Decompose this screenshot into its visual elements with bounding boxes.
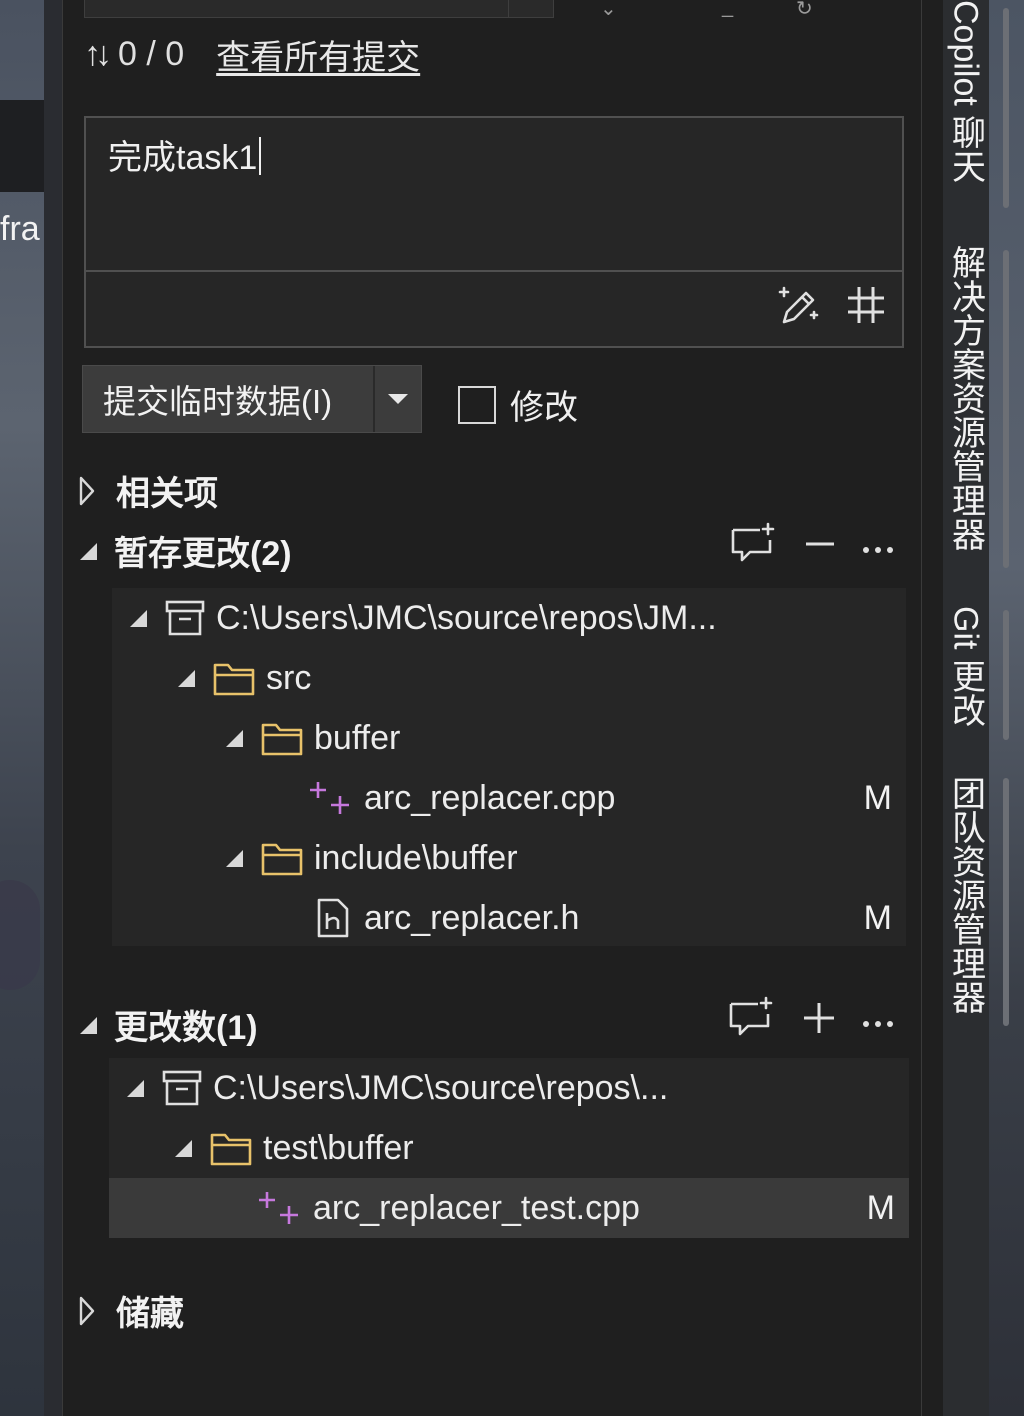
header-file-icon xyxy=(312,897,354,939)
refresh-icon[interactable]: ↻ xyxy=(796,0,813,21)
background-text-fragment: fra xyxy=(0,210,40,248)
push-icon[interactable]: _ xyxy=(722,0,733,19)
collapse-down-icon xyxy=(80,542,97,560)
expand-right-icon xyxy=(79,476,95,505)
amend-checkbox[interactable] xyxy=(458,385,496,424)
folder-icon xyxy=(212,659,256,697)
fetch-icon[interactable]: ⌄ xyxy=(600,0,617,21)
desktop-background-left: fra xyxy=(0,0,44,1416)
tab-indicator xyxy=(1003,8,1009,208)
changes-toolbar xyxy=(728,996,894,1045)
folder-name: include\buffer xyxy=(314,838,518,877)
commit-message-input[interactable]: 完成task1 xyxy=(108,130,262,179)
commit-staged-button[interactable]: 提交临时数据(I) xyxy=(83,366,373,432)
section-staged-header[interactable]: 暂存更改(2) xyxy=(78,526,292,575)
sync-status-row: ↑↓ 0 / 0 查看所有提交 xyxy=(84,30,420,79)
folder-name: test\buffer xyxy=(263,1128,414,1167)
staged-tree: C:\Users\JMC\source\repos\JM... src buff… xyxy=(112,588,906,946)
tab-indicator xyxy=(1003,610,1009,740)
file-status-modified: M xyxy=(866,1188,895,1227)
tree-row-repo[interactable]: C:\Users\JMC\source\repos\... xyxy=(109,1058,909,1118)
copilot-generate-message-icon[interactable] xyxy=(776,282,822,333)
tab-indicator xyxy=(1003,778,1009,1026)
file-status-modified: M xyxy=(863,898,892,937)
tree-row-folder-buffer[interactable]: buffer xyxy=(112,708,906,768)
branch-selector-partial[interactable] xyxy=(84,0,554,18)
copilot-review-icon[interactable] xyxy=(730,522,778,571)
view-all-commits-link[interactable]: 查看所有提交 xyxy=(216,30,420,79)
stage-all-icon[interactable] xyxy=(802,1001,836,1040)
tab-team-explorer[interactable]: 团队资源管理器 xyxy=(943,776,989,1014)
staged-toolbar xyxy=(730,522,894,571)
collapse-down-icon xyxy=(226,850,243,867)
section-changes-title: 更改数(1) xyxy=(114,1009,258,1047)
tab-solution-explorer[interactable]: 解决方案资源管理器 xyxy=(943,245,989,551)
copilot-review-icon[interactable] xyxy=(728,996,776,1045)
tree-row-file-cpp[interactable]: arc_replacer.cpp M xyxy=(112,768,906,828)
collapse-down-icon xyxy=(175,1140,192,1157)
text-caret xyxy=(259,137,262,175)
file-name: arc_replacer.cpp xyxy=(364,778,616,817)
added-file-icon xyxy=(257,1188,303,1228)
changes-tree: C:\Users\JMC\source\repos\... test\buffe… xyxy=(109,1058,909,1238)
repository-icon xyxy=(161,1068,203,1108)
section-staged-title: 暂存更改(2) xyxy=(114,535,292,573)
commit-message-box[interactable]: 完成task1 xyxy=(84,116,904,348)
file-name: arc_replacer_test.cpp xyxy=(313,1188,640,1227)
folder-icon xyxy=(260,719,304,757)
collapse-down-icon xyxy=(80,1016,97,1034)
folder-icon xyxy=(260,839,304,877)
amend-checkbox-row[interactable]: 修改 xyxy=(458,380,578,429)
added-file-icon xyxy=(308,778,354,818)
file-name: arc_replacer.h xyxy=(364,898,580,937)
tree-row-folder-src[interactable]: src xyxy=(112,648,906,708)
repository-icon xyxy=(164,598,206,638)
collapse-down-icon xyxy=(226,730,243,747)
amend-label: 修改 xyxy=(510,389,578,427)
repo-path: C:\Users\JMC\source\repos\... xyxy=(213,1068,669,1107)
folder-icon xyxy=(209,1129,253,1167)
more-options-icon[interactable] xyxy=(862,1002,894,1039)
tab-copilot-chat[interactable]: Copilot 聊天 xyxy=(943,0,989,183)
commit-message-tools xyxy=(776,282,888,333)
section-related-title: 相关项 xyxy=(116,475,218,513)
folder-name: src xyxy=(266,658,312,697)
sync-arrows-icon[interactable]: ↑↓ xyxy=(84,35,112,74)
unstage-all-icon[interactable] xyxy=(804,528,836,565)
section-stashes-header[interactable]: 储藏 xyxy=(78,1286,184,1335)
collapse-down-icon xyxy=(178,670,195,687)
more-options-icon[interactable] xyxy=(862,528,894,565)
collapse-down-icon xyxy=(130,610,147,627)
outgoing-incoming-count: 0 / 0 xyxy=(118,34,185,73)
background-window-band xyxy=(0,100,44,192)
collapse-down-icon xyxy=(127,1080,144,1097)
background-shape xyxy=(0,880,40,990)
commit-message-divider xyxy=(86,270,902,272)
tree-row-folder-test[interactable]: test\buffer xyxy=(109,1118,909,1178)
window-edge xyxy=(44,0,62,1416)
expand-right-icon xyxy=(79,1296,95,1325)
reference-hash-icon[interactable] xyxy=(844,283,888,332)
file-status-modified: M xyxy=(863,778,892,817)
tree-row-repo[interactable]: C:\Users\JMC\source\repos\JM... xyxy=(112,588,906,648)
section-stashes-title: 储藏 xyxy=(116,1295,184,1333)
tree-row-file-h[interactable]: arc_replacer.h M xyxy=(112,888,906,948)
tree-row-folder-include[interactable]: include\buffer xyxy=(112,828,906,888)
commit-split-button: 提交临时数据(I) xyxy=(82,365,422,433)
section-related-header[interactable]: 相关项 xyxy=(78,466,218,515)
section-changes-header[interactable]: 更改数(1) xyxy=(78,1000,258,1049)
tab-git-changes[interactable]: Git 更改 xyxy=(943,606,989,727)
folder-name: buffer xyxy=(314,718,401,757)
chevron-down-icon xyxy=(388,394,408,404)
commit-options-dropdown[interactable] xyxy=(373,366,421,432)
repo-path: C:\Users\JMC\source\repos\JM... xyxy=(216,598,717,637)
tree-row-file-test[interactable]: arc_replacer_test.cpp M xyxy=(109,1178,909,1238)
tab-indicator xyxy=(1003,250,1009,568)
